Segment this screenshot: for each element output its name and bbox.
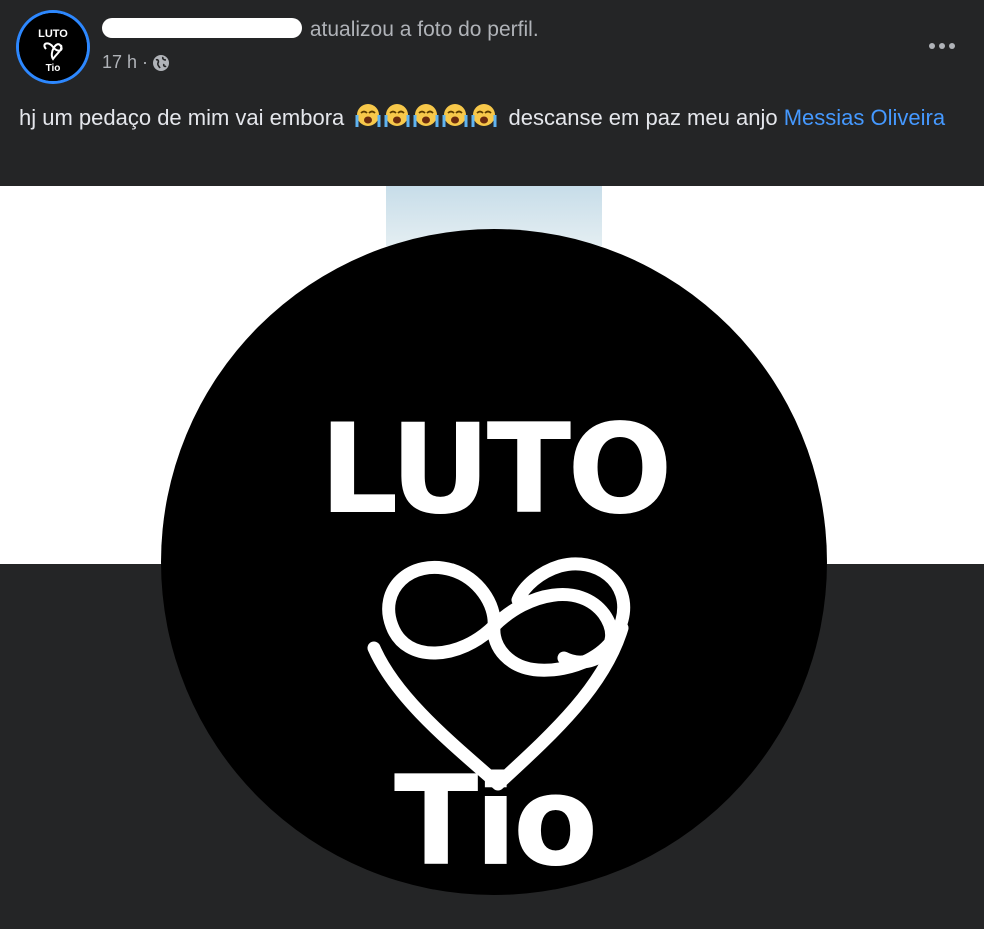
author-line: atualizou a foto do perfil. [102, 17, 539, 43]
post-timestamp[interactable]: 17 h · [102, 52, 148, 73]
post-text-before: hj um pedaço de mim vai embora [19, 105, 345, 130]
avatar-image: LUTO Tio [19, 13, 87, 81]
author-name-redacted[interactable] [102, 18, 302, 38]
crying-face-icon [413, 104, 439, 127]
author-avatar[interactable]: LUTO Tio [19, 13, 87, 81]
globe-icon[interactable] [152, 54, 170, 72]
crying-face-icon [471, 104, 497, 127]
emoji-group [354, 103, 498, 129]
crying-face-icon [384, 104, 410, 127]
post-header: LUTO Tio atualizou a foto do perfil. 17 … [0, 0, 984, 88]
post-message: hj um pedaço de mim vai embora descanse … [19, 102, 969, 134]
photo-text-tio: Tio [394, 750, 594, 894]
mention-link[interactable]: Messias Oliveira [784, 105, 945, 130]
crying-face-icon [442, 104, 468, 127]
more-options-button[interactable] [924, 28, 960, 64]
crying-face-icon [355, 104, 381, 127]
profile-photo[interactable]: LUTO Tio [160, 228, 828, 896]
profile-photo-area[interactable]: LUTO Tio [0, 186, 984, 929]
photo-text-luto: LUTO [319, 398, 668, 542]
post-meta: 17 h · [102, 52, 170, 73]
profile-photo-image: LUTO Tio [161, 229, 827, 895]
avatar-text-luto: LUTO [38, 28, 68, 40]
avatar-text-tio: Tio [46, 63, 61, 74]
post-text-after: descanse em paz meu anjo [508, 105, 778, 130]
more-horizontal-icon [929, 43, 955, 49]
author-action: atualizou a foto do perfil. [309, 18, 539, 41]
